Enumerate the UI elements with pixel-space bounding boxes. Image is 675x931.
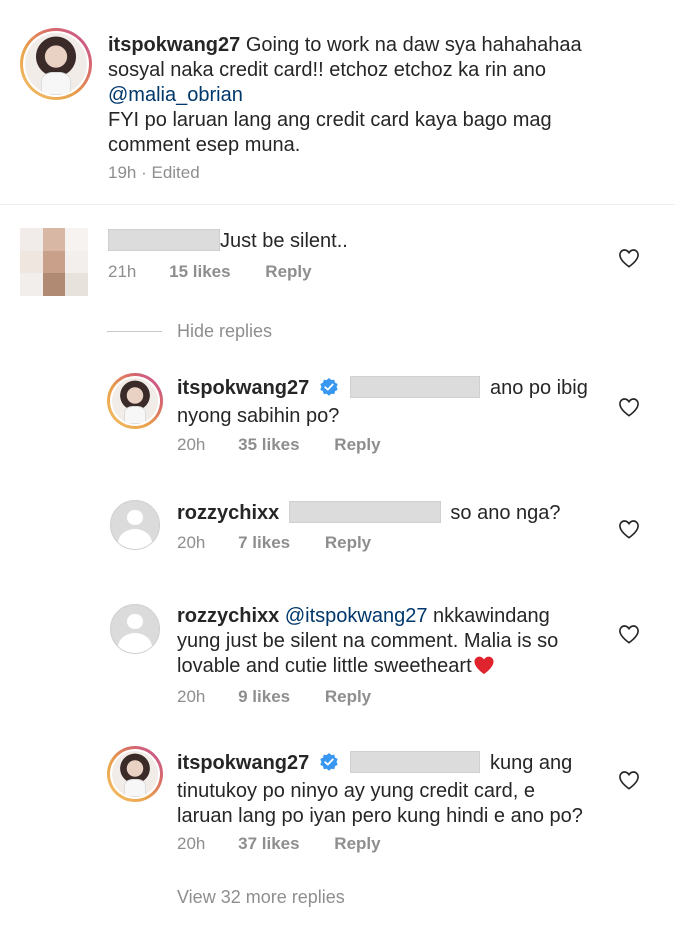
caption-avatar[interactable] xyxy=(20,28,92,100)
comment1-like-icon[interactable] xyxy=(618,248,640,268)
comment1-reply-button[interactable]: Reply xyxy=(265,262,311,281)
verified-badge-icon xyxy=(319,752,339,779)
comment1-meta: 21h 15 likes Reply xyxy=(108,262,312,281)
hide-replies-button[interactable]: Hide replies xyxy=(177,321,272,342)
reply4-like-icon[interactable] xyxy=(618,770,640,790)
reply3-meta: 20h 9 likes Reply xyxy=(177,687,372,706)
reply3-like-icon[interactable] xyxy=(618,624,640,644)
reply2-text: rozzychixx so ano nga? xyxy=(177,501,561,524)
reply1-reply-button[interactable]: Reply xyxy=(334,435,380,454)
comment1-avatar[interactable] xyxy=(20,228,88,296)
reply3-mention[interactable]: @itspokwang27 xyxy=(285,605,428,627)
caption-edited: · Edited xyxy=(136,163,200,182)
reply2-avatar[interactable] xyxy=(110,500,160,550)
caption-mention[interactable]: @malia_obrian xyxy=(108,84,243,106)
blurred-mention xyxy=(288,501,441,523)
reply2-like-icon[interactable] xyxy=(618,519,640,539)
caption-meta: 19h · Edited xyxy=(108,163,200,183)
caption-username[interactable]: itspokwang27 xyxy=(108,34,240,56)
verified-badge-icon xyxy=(319,377,339,404)
reply2-likes[interactable]: 7 likes xyxy=(238,533,290,552)
reply1-likes[interactable]: 35 likes xyxy=(238,435,299,454)
reply4-avatar[interactable] xyxy=(107,746,163,802)
reply3-avatar[interactable] xyxy=(110,604,160,654)
view-more-replies-button[interactable]: View 32 more replies xyxy=(177,887,345,908)
blurred-mention xyxy=(350,751,481,773)
hide-replies-line xyxy=(107,331,162,332)
reply2-meta: 20h 7 likes Reply xyxy=(177,533,372,552)
comment1-text: Just be silent.. xyxy=(108,229,348,254)
reply3-likes[interactable]: 9 likes xyxy=(238,687,290,706)
reply4-likes[interactable]: 37 likes xyxy=(238,834,299,853)
reply4-reply-button[interactable]: Reply xyxy=(334,834,380,853)
caption-time: 19h xyxy=(108,163,137,182)
reply1-meta: 20h 35 likes Reply xyxy=(177,435,381,454)
reply3-reply-button[interactable]: Reply xyxy=(325,687,371,706)
caption-text: itspokwang27 Going to work na daw sya ha… xyxy=(108,34,582,156)
divider xyxy=(0,204,675,205)
red-heart-emoji-icon xyxy=(473,655,495,682)
reply3-text: rozzychixx @itspokwang27 nkkawindang yun… xyxy=(177,604,617,682)
reply1-avatar[interactable] xyxy=(107,373,163,429)
reply4-meta: 20h 37 likes Reply xyxy=(177,834,381,853)
reply2-reply-button[interactable]: Reply xyxy=(325,533,371,552)
blurred-mention xyxy=(350,376,481,398)
comment1-likes[interactable]: 15 likes xyxy=(169,262,230,281)
blurred-username xyxy=(108,229,220,251)
reply1-text: itspokwang27 ano po ibig nyong sabihin p… xyxy=(177,376,588,427)
reply4-text: itspokwang27 kung ang tinutukoy po ninyo… xyxy=(177,751,583,827)
reply1-like-icon[interactable] xyxy=(618,397,640,417)
